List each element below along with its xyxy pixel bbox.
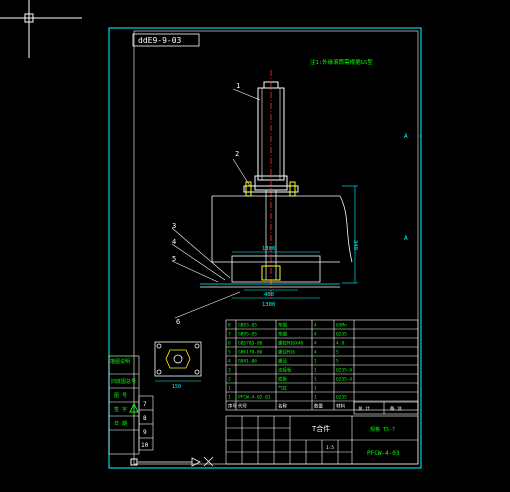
part-marker-group: 1 2 3 4 5 6 <box>172 82 240 326</box>
part-marker-4: 4 <box>172 238 176 246</box>
bom-cell: 4 <box>314 341 317 347</box>
dim-span: 400 <box>264 292 274 298</box>
cad-model-space[interactable]: ddE9-9-03 注1:外缘滚筒需根据GS型 A A 340 1300 400… <box>0 0 510 492</box>
cylinder-assembly[interactable] <box>243 70 299 300</box>
bom-cell: 垫圈 <box>278 331 287 338</box>
side-label-4: 日 期 <box>114 421 127 427</box>
bom-table[interactable]: 8 GB93-85 垫圈 4 65Mn 7 GB95-85 垫圈 4 Q235 6 GB5783-86… <box>225 319 419 411</box>
bom-cell: 螺栓M16X40 <box>278 340 304 347</box>
bom-cell: 8 <box>228 323 231 329</box>
title-block-subtitle: 规格 TS-7 <box>370 426 395 433</box>
bom-cell: GB41-86 <box>238 359 257 365</box>
bom-cell: 5 <box>336 359 339 365</box>
ucs-axis <box>138 456 214 467</box>
bom-header-cell: 名称 <box>278 403 287 410</box>
bom-cell: 连接板 <box>278 367 292 374</box>
bom-cell: GB95-85 <box>238 332 257 338</box>
bom-cell: 6 <box>228 341 231 347</box>
bom-cell: GB93-85 <box>238 323 257 329</box>
bom-cell: PFCW-4-02-01 <box>238 395 271 401</box>
base-plate-detail[interactable] <box>154 341 202 377</box>
bom-cell: 4 <box>314 323 317 329</box>
bom-cell: 4 <box>314 332 317 338</box>
bom-cell: 5 <box>228 350 231 356</box>
title-block-drawing-no: PFCW-4-03 <box>367 450 400 457</box>
bom-cell: 1 <box>314 386 317 392</box>
bom-cell: Q235 <box>336 395 347 401</box>
bom-cell: 垫圈 <box>278 322 287 329</box>
dim-inset: 150 <box>172 384 181 390</box>
bom-header-cell: 材料 <box>336 403 345 410</box>
bom-cell: 1 <box>314 377 317 383</box>
side-label-3: 签 字 <box>114 406 127 413</box>
side-num-8: 8 <box>143 415 147 422</box>
bom-cell: 1 <box>314 395 317 401</box>
side-label-1: 旧底图总号 <box>111 378 136 385</box>
bom-header-cell: 数量 <box>314 403 323 410</box>
bom-cell: 1 <box>314 368 317 374</box>
bom-remark-label: 备 注 <box>390 405 402 412</box>
bom-cell: 气缸 <box>278 385 287 392</box>
drawing-number: ddE9-9-03 <box>138 36 182 45</box>
dim-height: 340 <box>352 240 358 250</box>
bom-cell: 4.8 <box>336 341 344 347</box>
bom-cell: 4 <box>228 359 231 365</box>
side-num-9: 9 <box>143 429 147 436</box>
top-note: 注1:外缘滚筒需根据GS型 <box>310 58 373 66</box>
part-marker-6: 6 <box>176 318 180 326</box>
bom-cell: Q235 <box>336 332 347 338</box>
dim-width: 1300 <box>262 246 275 252</box>
bom-cell: 底板 <box>278 376 287 383</box>
bom-cell: GB6170-86 <box>238 350 263 356</box>
bom-cell: 7 <box>228 332 231 338</box>
bom-cell: 1 <box>228 386 231 392</box>
bom-cell: Q235-A <box>336 368 353 374</box>
part-marker-3: 3 <box>172 222 176 230</box>
bom-cell: 1 <box>314 359 317 365</box>
bom-cell: 65Mn <box>336 323 347 329</box>
side-num-7: 7 <box>143 401 147 408</box>
frame-letter-a-low: A <box>404 235 408 242</box>
dimension-lines <box>232 185 358 299</box>
bom-cell: 螺母M16 <box>278 349 295 356</box>
title-block-scale: 1:5 <box>326 445 334 451</box>
side-label-2: 图 号 <box>114 393 127 399</box>
bom-cell: Q235-A <box>336 377 353 383</box>
bom-cell: GB5783-86 <box>238 341 263 347</box>
bom-header-cell: 代号 <box>238 403 247 410</box>
bom-cell: 螺母 <box>278 358 287 365</box>
bom-cell: 3 <box>228 368 231 374</box>
bom-cell: 5 <box>336 350 339 356</box>
bom-cell: 2 <box>228 377 231 383</box>
bom-cell: 1 <box>228 395 231 401</box>
side-label-0: 描图说明 <box>110 358 130 365</box>
part-marker-1: 1 <box>236 82 240 90</box>
frame-letter-a: A <box>404 133 408 140</box>
bom-header-cell: 序号 <box>228 403 237 410</box>
bom-cell: 4 <box>314 350 317 356</box>
part-marker-2: 2 <box>235 150 239 158</box>
bom-total-label: 总 计 <box>358 405 370 412</box>
dim-base: 1300 <box>262 302 275 308</box>
title-block-title: T合件 <box>312 424 330 433</box>
part-marker-5: 5 <box>172 255 176 263</box>
side-num-10: 10 <box>141 442 149 449</box>
crosshair-cursor <box>0 0 82 58</box>
